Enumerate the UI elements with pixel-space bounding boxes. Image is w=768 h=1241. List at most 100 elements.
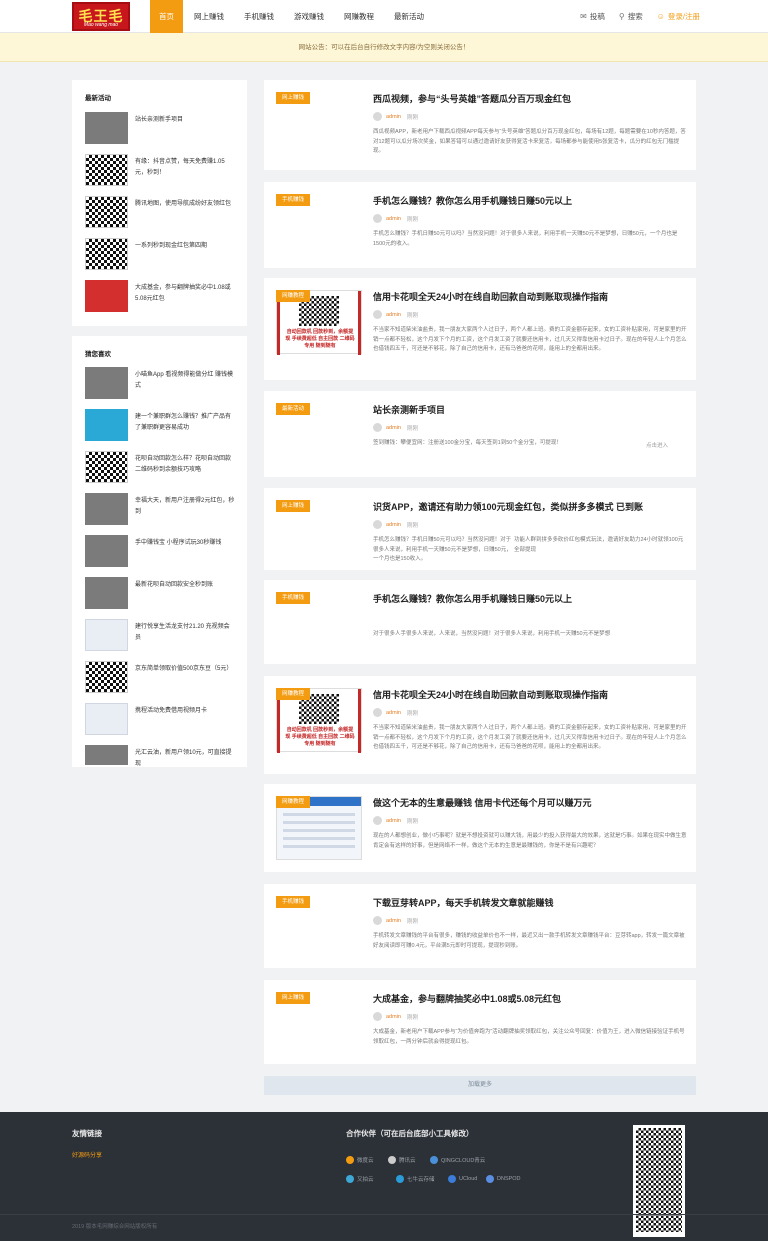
- item-title: 一系列秒到现金红包第四期: [135, 243, 208, 249]
- nav-tutorials[interactable]: 网赚教程: [335, 0, 383, 33]
- post-card[interactable]: 手机赚钱 手机怎么赚钱？教你怎么用手机赚钱日赚50元以上 对于很多人手很多人来说…: [264, 580, 696, 664]
- sidebar-latest-item[interactable]: 站长亲测新手项目: [85, 112, 235, 146]
- post-author[interactable]: admin: [386, 710, 401, 716]
- post-excerpt: 签到赚钱：攀便宜网：注册送100金分宝，每天签到1到50个金分宝，可提现！: [373, 440, 562, 446]
- sidebar-hot-item[interactable]: 花呗自动回款怎么样？花呗自动回款二维码秒到余额技巧攻略: [85, 451, 235, 485]
- post-card[interactable]: 最新活动 站长亲测新手项目 admin 刚刚 签到赚钱：攀便宜网：注册送100金…: [264, 391, 696, 477]
- partner-logo[interactable]: 七牛云存储: [396, 1175, 435, 1183]
- post-author[interactable]: admin: [386, 312, 401, 318]
- partner-logo[interactable]: 微度云: [346, 1156, 374, 1164]
- site-notice: 网站公告：可以在后台自行修改文字内容/为空则关闭公告！: [0, 33, 768, 62]
- sidebar-hot-item[interactable]: 小喵鱼App 看视频得能做分红 赚钱模式: [85, 367, 235, 401]
- post-author[interactable]: admin: [386, 216, 401, 222]
- nav-game-earning[interactable]: 游戏赚钱: [285, 0, 333, 33]
- post-card[interactable]: 网上赚钱 大成基金，参与翻牌抽奖必中1.08或5.08元红包 admin 刚刚 …: [264, 980, 696, 1064]
- thumbnail: [85, 493, 128, 525]
- post-title[interactable]: 手机怎么赚钱？教你怎么用手机赚钱日赚50元以上: [373, 592, 688, 605]
- search-button[interactable]: ⚲ 搜索: [619, 11, 643, 22]
- nav-home[interactable]: 首页: [150, 0, 183, 33]
- qr-thumbnail: [85, 238, 128, 270]
- post-card[interactable]: 网赚教程 做这个无本的生意最赚钱 信用卡代还每个月可以赚万元 admin 刚刚 …: [264, 784, 696, 872]
- post-title[interactable]: 西瓜视频，参与“头号英雄”答题瓜分百万现金红包: [373, 92, 688, 105]
- post-date: 刚刚: [406, 918, 418, 925]
- avatar: [373, 520, 382, 529]
- sidebar-hot-item[interactable]: 携程活动免费借用视频月卡: [85, 703, 235, 737]
- item-title: 花呗自动回款怎么样？花呗自动回款二维码秒到余额技巧攻略: [135, 456, 232, 473]
- post-card[interactable]: 网上赚钱 识货APP，邀请还有助力领100元现金红包，类似拼多多模式 已到账 a…: [264, 488, 696, 570]
- partner-logo[interactable]: 又拍云: [346, 1175, 374, 1183]
- post-title[interactable]: 下载豆芽转APP，每天手机转发文章就能赚钱: [373, 896, 688, 909]
- post-author[interactable]: admin: [386, 425, 401, 431]
- load-more-button[interactable]: 加载更多: [264, 1076, 696, 1095]
- search-icon: ⚲: [618, 12, 625, 21]
- category-tag[interactable]: 网上赚钱: [276, 92, 311, 104]
- post-card[interactable]: 网上赚钱 西瓜视频，参与“头号英雄”答题瓜分百万现金红包 admin 刚刚 西瓜…: [264, 80, 696, 170]
- post-author[interactable]: admin: [386, 1014, 401, 1020]
- sidebar-latest-item[interactable]: 大成基金，参与翻牌抽奖必中1.08或5.08元红包: [85, 280, 235, 314]
- category-tag[interactable]: 网赚教程: [276, 290, 311, 302]
- site-logo[interactable]: 毛王毛 Mao wang mao: [72, 2, 130, 31]
- category-tag[interactable]: 网上赚钱: [276, 992, 311, 1004]
- sidebar-latest-item[interactable]: 腾讯地图，使用导航成纷好友领红包: [85, 196, 235, 230]
- avatar: [373, 214, 382, 223]
- partner-logo[interactable]: DNSPOD: [486, 1175, 521, 1183]
- sidebar-hot-item[interactable]: 幸福大天，新用户注册得2元红包，秒到: [85, 493, 235, 527]
- nav-latest-activities[interactable]: 最新活动: [385, 0, 433, 33]
- category-tag[interactable]: 手机赚钱: [276, 896, 311, 908]
- post-title[interactable]: 做这个无本的生意最赚钱 信用卡代还每个月可以赚万元: [373, 796, 688, 809]
- sidebar-hot-item[interactable]: 京东简单领取价值500京东豆（5元）: [85, 661, 235, 695]
- sidebar-latest-item[interactable]: 有缘：抖音点赞，每天免费赚1.05元，秒到！: [85, 154, 235, 188]
- partner-logo-icon: [396, 1175, 404, 1183]
- partner-logo-icon: [388, 1156, 396, 1164]
- post-card[interactable]: 自动回款机 回款秒到，余额提现 手续费超低 自主回款 二维码专用 随到随有 网赚…: [264, 278, 696, 380]
- post-author[interactable]: admin: [386, 114, 401, 120]
- post-title[interactable]: 大成基金，参与翻牌抽奖必中1.08或5.08元红包: [373, 992, 688, 1005]
- friend-links-title: 友情链接: [72, 1129, 102, 1138]
- category-tag[interactable]: 最新活动: [276, 403, 311, 415]
- category-tag[interactable]: 网赚教程: [276, 688, 311, 700]
- thumbnail: [85, 409, 128, 441]
- sidebar-hot-item[interactable]: 建行悦享生活龙支付21.20 充视频会员: [85, 619, 235, 653]
- post-card[interactable]: 手机赚钱 下载豆芽转APP，每天手机转发文章就能赚钱 admin 刚刚 手机转发…: [264, 884, 696, 968]
- sidebar-hot-item[interactable]: 建一个兼职群怎么赚钱？推广产品有了兼职群更容易成功: [85, 409, 235, 443]
- partner-logo[interactable]: QINGCLOUD青云: [430, 1156, 485, 1164]
- web-screenshot-line: [283, 829, 355, 832]
- sidebar-hot-item[interactable]: 光汇云油，新用户领10元，可直接提现: [85, 745, 235, 767]
- post-excerpt: 大成基金，新老用户下载APP参与“为价值奔跑为”活动翻牌抽奖领取红包，关注公众号…: [373, 1029, 685, 1045]
- post-author[interactable]: admin: [386, 818, 401, 824]
- nav-mobile-earning[interactable]: 手机赚钱: [235, 0, 283, 33]
- post-title[interactable]: 信用卡花呗全天24小时在线自助回款自动到账取现操作指南: [373, 290, 688, 303]
- partner-logo-icon: [448, 1175, 456, 1183]
- sidebar-latest-item[interactable]: 一系列秒到现金红包第四期: [85, 238, 235, 272]
- post-author[interactable]: admin: [386, 522, 401, 528]
- partner-logo[interactable]: UCloud: [448, 1175, 477, 1183]
- post-excerpt: 手机怎么赚钱？手机日赚50元可以吗？当然没问题！对于很多人来说，利用手机一天赚5…: [373, 231, 678, 247]
- thumbnail: [85, 112, 128, 144]
- qr-thumbnail: [85, 154, 128, 186]
- web-screenshot-line: [283, 845, 355, 848]
- thumbnail: [85, 577, 128, 609]
- category-tag[interactable]: 网赚教程: [276, 796, 311, 808]
- contribute-button[interactable]: ✉ 投稿: [580, 11, 605, 22]
- post-author[interactable]: admin: [386, 918, 401, 924]
- nav-online-earning[interactable]: 网上赚钱: [185, 0, 233, 33]
- post-title[interactable]: 站长亲测新手项目: [373, 403, 688, 416]
- item-title: 建一个兼职群怎么赚钱？推广产品有了兼职群更容易成功: [135, 414, 232, 431]
- post-card[interactable]: 手机赚钱 手机怎么赚钱？教你怎么用手机赚钱日赚50元以上 admin 刚刚 手机…: [264, 182, 696, 268]
- friend-link[interactable]: 好源码分享: [72, 1150, 102, 1159]
- category-tag[interactable]: 手机赚钱: [276, 592, 311, 604]
- sidebar-guess-you-like: 猜您喜欢 小喵鱼App 看视频得能做分红 赚钱模式 建一个兼职群怎么赚钱？推广产…: [72, 336, 247, 767]
- item-title: 小喵鱼App 看视频得能做分红 赚钱模式: [135, 372, 234, 389]
- post-excerpt: 手机怎么赚钱？手机日赚50元可以吗？当然没问题！对于很多人来说，利用手机一天赚5…: [373, 537, 512, 562]
- category-tag[interactable]: 网上赚钱: [276, 500, 311, 512]
- post-title[interactable]: 手机怎么赚钱？教你怎么用手机赚钱日赚50元以上: [373, 194, 688, 207]
- sidebar-hot-item[interactable]: 最新花呗自动回款安全秒到账: [85, 577, 235, 611]
- read-more-link[interactable]: 点击进入: [646, 441, 668, 449]
- sidebar-hot-item[interactable]: 手中赚钱宝 小程序试玩30秒赚钱: [85, 535, 235, 569]
- category-tag[interactable]: 手机赚钱: [276, 194, 311, 206]
- post-title[interactable]: 识货APP，邀请还有助力领100元现金红包，类似拼多多模式 已到账: [373, 500, 688, 513]
- partner-logo[interactable]: 腾讯云: [388, 1156, 416, 1164]
- login-button[interactable]: ☺ 登录/注册: [657, 11, 700, 22]
- post-card[interactable]: 自动回款机 回款秒到，余额提现 手续费超低 自主回款 二维码专用 随到随有 网赚…: [264, 676, 696, 774]
- post-title[interactable]: 信用卡花呗全天24小时在线自助回款自动到账取现操作指南: [373, 688, 688, 701]
